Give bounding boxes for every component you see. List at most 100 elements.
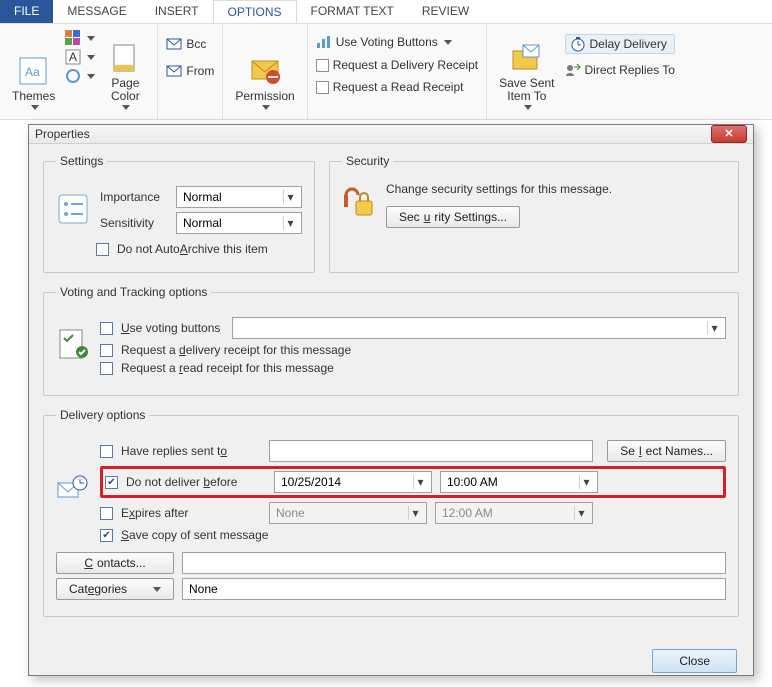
deliver-date-combo[interactable]: 10/25/2014 ▾ — [274, 471, 432, 493]
expires-after-checkbox[interactable] — [100, 507, 113, 520]
from-icon — [166, 63, 182, 79]
importance-combo[interactable]: Normal ▾ — [176, 186, 302, 208]
read-receipt-checkbox[interactable] — [100, 362, 113, 375]
save-copy-checkbox[interactable] — [100, 529, 113, 542]
importance-label: Importance — [100, 190, 168, 204]
colors-swatch-button[interactable] — [65, 30, 95, 46]
dropdown-arrow-icon: ▾ — [574, 506, 588, 520]
dropdown-arrow-icon — [31, 105, 39, 110]
security-icon — [342, 187, 378, 223]
dropdown-arrow-icon — [262, 105, 270, 110]
from-button[interactable]: From — [166, 63, 214, 79]
sensitivity-combo[interactable]: Normal ▾ — [176, 212, 302, 234]
dropdown-arrow-icon — [444, 40, 452, 45]
delay-delivery-button[interactable]: Delay Delivery — [565, 34, 675, 54]
contacts-input[interactable] — [182, 552, 726, 574]
fonts-button[interactable]: A — [65, 49, 95, 65]
bcc-icon — [166, 36, 182, 52]
tab-message[interactable]: MESSAGE — [53, 0, 140, 23]
have-replies-checkbox[interactable] — [100, 445, 113, 458]
save-copy-label: Save copy of sent message — [121, 528, 268, 542]
security-settings-button[interactable]: Security Settings... — [386, 206, 520, 228]
have-replies-input[interactable] — [269, 440, 593, 462]
svg-text:A: A — [69, 50, 77, 64]
categories-button[interactable]: Categories — [56, 578, 174, 600]
use-voting-label: Use voting buttons — [121, 321, 220, 335]
dropdown-arrow-icon — [524, 105, 532, 110]
delivery-receipt-checkbox[interactable] — [100, 344, 113, 357]
dropdown-arrow-icon: ▾ — [413, 475, 427, 489]
tab-options[interactable]: OPTIONS — [213, 0, 297, 23]
delivery-options-group: Delivery options Have replies sent to Se… — [43, 408, 739, 617]
ribbon: Aa Themes A Page Color — [0, 24, 772, 120]
group-more-options: Save Sent Item To Delay Delivery Direct … — [487, 24, 683, 119]
request-delivery-receipt[interactable]: Request a Delivery Receipt — [316, 58, 478, 72]
request-read-receipt[interactable]: Request a Read Receipt — [316, 80, 478, 94]
voting-tracking-group: Voting and Tracking options Use voting b… — [43, 285, 739, 396]
themes-label: Themes — [12, 90, 55, 103]
delay-delivery-label: Delay Delivery — [590, 37, 667, 51]
save-sent-label: Save Sent Item To — [499, 77, 554, 103]
delay-delivery-icon — [570, 36, 586, 52]
checkbox-icon[interactable] — [316, 81, 329, 94]
dropdown-arrow-icon: ▾ — [408, 506, 422, 520]
ribbon-tabs: FILE MESSAGE INSERT OPTIONS FORMAT TEXT … — [0, 0, 772, 24]
do-not-deliver-checkbox[interactable] — [105, 476, 118, 489]
permission-label: Permission — [235, 90, 294, 103]
dropdown-arrow-icon: ▾ — [707, 321, 721, 335]
checkbox-icon[interactable] — [316, 59, 329, 72]
autoarchive-label: Do not AutoArchive this item — [117, 242, 268, 256]
direct-replies-button[interactable]: Direct Replies To — [565, 62, 675, 78]
permission-button[interactable]: Permission — [231, 28, 298, 112]
read-receipt-label: Request a Read Receipt — [333, 80, 464, 94]
do-not-deliver-highlight: Do not deliver before 10/25/2014 ▾ 10:00… — [100, 466, 726, 498]
voting-group-icon — [56, 328, 92, 364]
effects-button[interactable] — [65, 68, 95, 84]
delivery-legend: Delivery options — [56, 408, 149, 422]
themes-icon: Aa — [18, 56, 50, 88]
deliver-time-combo[interactable]: 10:00 AM ▾ — [440, 471, 598, 493]
voting-buttons-combo[interactable]: ▾ — [232, 317, 726, 339]
bcc-button[interactable]: Bcc — [166, 36, 214, 52]
bcc-label: Bcc — [186, 37, 206, 51]
dialog-close-x-button[interactable]: ✕ — [711, 125, 747, 143]
themes-button[interactable]: Aa Themes — [8, 28, 59, 112]
expires-date-value: None — [276, 506, 305, 520]
use-voting-checkbox[interactable] — [100, 322, 113, 335]
page-color-icon — [109, 43, 141, 75]
settings-icon — [56, 192, 92, 228]
contacts-button[interactable]: Contacts... — [56, 552, 174, 574]
direct-replies-label: Direct Replies To — [585, 63, 675, 77]
delivery-icon — [56, 473, 92, 509]
dialog-titlebar: Properties ✕ — [29, 125, 753, 144]
autoarchive-checkbox[interactable] — [96, 243, 109, 256]
tab-insert[interactable]: INSERT — [141, 0, 213, 23]
delivery-receipt-label: Request a delivery receipt for this mess… — [121, 343, 351, 357]
tab-format-text[interactable]: FORMAT TEXT — [297, 0, 408, 23]
deliver-date-value: 10/25/2014 — [281, 475, 341, 489]
categories-input[interactable]: None — [182, 578, 726, 600]
sensitivity-value: Normal — [183, 216, 222, 230]
tab-file[interactable]: FILE — [0, 0, 53, 23]
deliver-time-value: 10:00 AM — [447, 475, 498, 489]
save-sent-icon — [511, 43, 543, 75]
use-voting-label: Use Voting Buttons — [336, 35, 438, 49]
sensitivity-label: Sensitivity — [100, 216, 168, 230]
group-themes: Aa Themes A Page Color — [0, 24, 158, 119]
select-names-button[interactable]: Select Names... — [607, 440, 726, 462]
close-button[interactable]: Close — [652, 649, 737, 673]
properties-dialog: Properties ✕ Settings Importance Normal — [28, 124, 754, 676]
page-color-label: Page Color — [111, 77, 140, 103]
dropdown-arrow-icon — [153, 587, 161, 592]
page-color-button[interactable]: Page Color — [101, 28, 149, 112]
save-sent-item-button[interactable]: Save Sent Item To — [495, 28, 558, 112]
settings-legend: Settings — [56, 154, 107, 168]
voting-legend: Voting and Tracking options — [56, 285, 211, 299]
dialog-title: Properties — [35, 127, 90, 141]
tab-review[interactable]: REVIEW — [408, 0, 483, 23]
read-receipt-label: Request a read receipt for this message — [121, 361, 334, 375]
use-voting-buttons[interactable]: Use Voting Buttons — [316, 34, 478, 50]
dropdown-arrow-icon: ▾ — [579, 475, 593, 489]
security-description: Change security settings for this messag… — [386, 182, 726, 196]
from-label: From — [186, 64, 214, 78]
